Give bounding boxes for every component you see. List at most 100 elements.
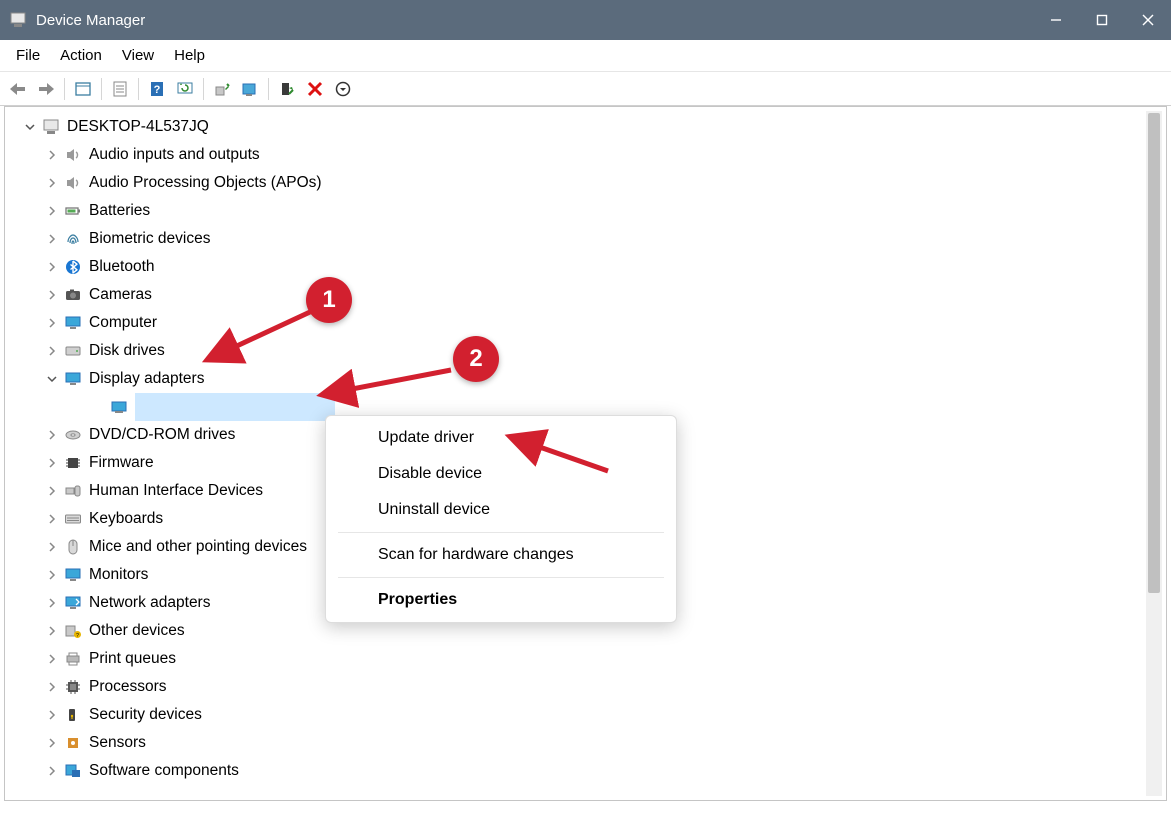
- tree-category-label: DVD/CD-ROM drives: [89, 421, 235, 449]
- toolbar-back-button[interactable]: [4, 75, 32, 103]
- tree-category-label: Firmware: [89, 449, 154, 477]
- tree-category[interactable]: Processors: [9, 673, 1162, 701]
- toolbar-enable-button[interactable]: [273, 75, 301, 103]
- tree-category[interactable]: Display adapters: [9, 365, 1162, 393]
- context-menu-item[interactable]: Disable device: [326, 456, 676, 492]
- tree-category[interactable]: Software components: [9, 757, 1162, 785]
- security-icon: [63, 705, 83, 725]
- context-menu-separator: [338, 532, 664, 533]
- tree-category[interactable]: Biometric devices: [9, 225, 1162, 253]
- scrollbar-thumb[interactable]: [1148, 113, 1160, 593]
- monitor-icon: [63, 313, 83, 333]
- tree-root[interactable]: DESKTOP-4L537JQ: [9, 113, 1162, 141]
- tree-category-label: Sensors: [89, 729, 146, 757]
- toolbar-disable-button[interactable]: [301, 75, 329, 103]
- tree-category[interactable]: Sensors: [9, 729, 1162, 757]
- fingerprint-icon: [63, 229, 83, 249]
- battery-icon: [63, 201, 83, 221]
- tree-category-label: Human Interface Devices: [89, 477, 263, 505]
- context-menu-item[interactable]: Uninstall device: [326, 492, 676, 528]
- toolbar-forward-button[interactable]: [32, 75, 60, 103]
- toolbar-show-hidden-button[interactable]: [69, 75, 97, 103]
- context-menu-item[interactable]: Update driver: [326, 420, 676, 456]
- tree-category-label: Monitors: [89, 561, 148, 589]
- tree-category-label: Disk drives: [89, 337, 165, 365]
- software-icon: [63, 761, 83, 781]
- toolbar: ?: [0, 72, 1171, 106]
- menu-help[interactable]: Help: [164, 43, 215, 68]
- chevron-right-icon[interactable]: [43, 594, 61, 612]
- tree-category[interactable]: Computer: [9, 309, 1162, 337]
- chevron-right-icon[interactable]: [43, 734, 61, 752]
- chevron-right-icon[interactable]: [43, 146, 61, 164]
- chevron-right-icon[interactable]: [43, 566, 61, 584]
- menubar: File Action View Help: [0, 40, 1171, 72]
- chevron-down-icon[interactable]: [43, 370, 61, 388]
- tree-category-label: Batteries: [89, 197, 150, 225]
- chevron-right-icon[interactable]: [43, 174, 61, 192]
- chevron-right-icon[interactable]: [43, 342, 61, 360]
- tree-category[interactable]: Audio Processing Objects (APOs): [9, 169, 1162, 197]
- mouse-icon: [63, 537, 83, 557]
- chevron-right-icon[interactable]: [43, 678, 61, 696]
- tree-category[interactable]: Security devices: [9, 701, 1162, 729]
- toolbar-separator: [64, 78, 65, 100]
- chevron-right-icon[interactable]: [43, 482, 61, 500]
- tree-category[interactable]: Audio inputs and outputs: [9, 141, 1162, 169]
- tree-category-label: Other devices: [89, 617, 185, 645]
- tree-category-label: Print queues: [89, 645, 176, 673]
- tree-category-label: Keyboards: [89, 505, 163, 533]
- tree-category-label: Computer: [89, 309, 157, 337]
- chevron-right-icon[interactable]: [43, 706, 61, 724]
- chevron-right-icon[interactable]: [43, 510, 61, 528]
- toolbar-help-button[interactable]: ?: [143, 75, 171, 103]
- monitor-icon: [63, 565, 83, 585]
- chevron-right-icon[interactable]: [43, 426, 61, 444]
- annotation-badge: 2: [453, 336, 499, 382]
- chevron-right-icon[interactable]: [43, 202, 61, 220]
- toolbar-more-button[interactable]: [329, 75, 357, 103]
- chevron-right-icon[interactable]: [43, 286, 61, 304]
- close-button[interactable]: [1125, 0, 1171, 40]
- tree-category-label: Audio inputs and outputs: [89, 141, 260, 169]
- printer-icon: [63, 649, 83, 669]
- speaker-icon: [63, 173, 83, 193]
- toolbar-refresh-button[interactable]: [171, 75, 199, 103]
- tree-category[interactable]: Print queues: [9, 645, 1162, 673]
- tree-category-label: Processors: [89, 673, 167, 701]
- chevron-right-icon[interactable]: [43, 314, 61, 332]
- bluetooth-icon: [63, 257, 83, 277]
- context-menu-item[interactable]: Scan for hardware changes: [326, 537, 676, 573]
- menu-view[interactable]: View: [112, 43, 164, 68]
- monitor-icon: [63, 369, 83, 389]
- context-menu-item[interactable]: Properties: [326, 582, 676, 618]
- svg-text:?: ?: [76, 633, 79, 639]
- chevron-right-icon[interactable]: [43, 258, 61, 276]
- vertical-scrollbar[interactable]: [1146, 111, 1162, 796]
- toolbar-separator: [268, 78, 269, 100]
- tree-category[interactable]: Bluetooth: [9, 253, 1162, 281]
- menu-file[interactable]: File: [6, 43, 50, 68]
- chevron-right-icon[interactable]: [43, 454, 61, 472]
- disk-icon: [63, 341, 83, 361]
- maximize-button[interactable]: [1079, 0, 1125, 40]
- toolbar-properties-button[interactable]: [106, 75, 134, 103]
- toolbar-update-driver-button[interactable]: [208, 75, 236, 103]
- chevron-right-icon[interactable]: [43, 230, 61, 248]
- optical-icon: [63, 425, 83, 445]
- chevron-right-icon[interactable]: [43, 650, 61, 668]
- chevron-down-icon[interactable]: [21, 118, 39, 136]
- tree-category[interactable]: Cameras: [9, 281, 1162, 309]
- tree-category-label: Software components: [89, 757, 239, 785]
- chevron-right-icon[interactable]: [43, 622, 61, 640]
- toolbar-separator: [203, 78, 204, 100]
- tree-category[interactable]: Disk drives: [9, 337, 1162, 365]
- chevron-right-icon[interactable]: [43, 538, 61, 556]
- tree-device-label: [135, 393, 335, 421]
- svg-text:?: ?: [154, 84, 161, 96]
- chevron-right-icon[interactable]: [43, 762, 61, 780]
- menu-action[interactable]: Action: [50, 43, 112, 68]
- tree-category[interactable]: Batteries: [9, 197, 1162, 225]
- minimize-button[interactable]: [1033, 0, 1079, 40]
- toolbar-uninstall-button[interactable]: [236, 75, 264, 103]
